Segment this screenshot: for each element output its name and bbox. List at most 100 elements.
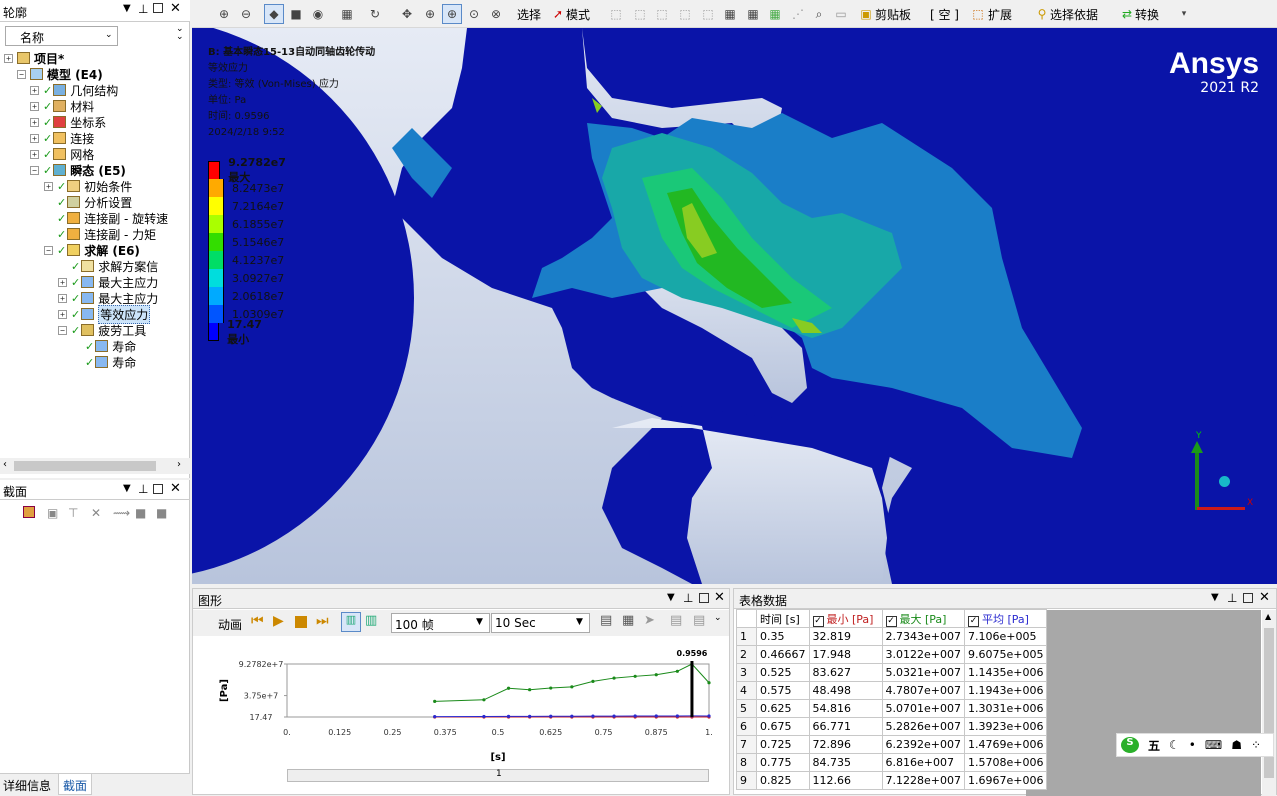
table-cell[interactable]: 1.6967e+006 (964, 772, 1046, 790)
expand-icon[interactable]: + (30, 86, 39, 95)
rotate-icon[interactable]: ↻ (365, 4, 385, 24)
scroll-thumb[interactable] (14, 461, 156, 471)
duration-select[interactable]: 10 Sec ▼ (491, 613, 590, 633)
table-cell[interactable]: 8 (737, 754, 757, 772)
annotation-icon[interactable]: ▭ (831, 4, 851, 24)
box-view-icon[interactable]: ■ (286, 4, 306, 24)
result-frames-icon[interactable]: ▥ (365, 613, 377, 628)
table-row[interactable]: 40.57548.4984.7807e+0071.1943e+006 (737, 682, 1047, 700)
min-header[interactable]: ✓最小 [Pa] (809, 610, 882, 628)
legend-entry[interactable]: 5.1546e7 (208, 233, 284, 251)
outline-filter-dropdown[interactable]: 名称 ⌄ (5, 26, 118, 46)
table-cell[interactable]: 2.7343e+007 (882, 628, 964, 646)
maximize-icon[interactable] (1243, 593, 1253, 603)
maximize-icon[interactable] (699, 593, 709, 603)
table-cell[interactable]: 0.525 (757, 664, 810, 682)
toolbar-overflow-icon[interactable]: ▾ (1174, 4, 1194, 24)
fit-zoom-icon[interactable]: ⊙ (464, 4, 484, 24)
tree-item[interactable]: +✓连接 (30, 130, 94, 146)
table-cell[interactable]: 1.5708e+006 (964, 754, 1046, 772)
keyboard-icon[interactable]: ⌨ (1205, 738, 1222, 752)
collapse-icon[interactable]: − (58, 326, 67, 335)
stop-icon[interactable] (295, 616, 307, 628)
table-cell[interactable]: 17.948 (809, 646, 882, 664)
previous-frame-icon[interactable]: ⏮ (251, 613, 264, 629)
label-icon[interactable]: ⌕ (809, 4, 829, 24)
path-icon[interactable]: ⋰ (788, 4, 808, 24)
tree-item[interactable]: ✓求解方案信 (58, 258, 158, 274)
table-cell[interactable]: 32.819 (809, 628, 882, 646)
zoom-in-icon[interactable]: ⊕ (214, 4, 234, 24)
tree-item[interactable]: +✓初始条件 (44, 178, 132, 194)
collapse-icon[interactable]: − (17, 70, 26, 79)
collapse-arrows-icon[interactable]: ⌄⌄ (176, 25, 184, 41)
max-header[interactable]: ✓最大 [Pa] (882, 610, 964, 628)
legend-entry[interactable]: 6.1855e7 (208, 215, 284, 233)
time-header[interactable]: 时间 [s] (757, 610, 810, 628)
table-cell[interactable]: 9.6075e+005 (964, 646, 1046, 664)
maximize-icon[interactable] (153, 3, 163, 13)
table-cell[interactable]: 4 (737, 682, 757, 700)
clipboard-button[interactable]: 剪贴板 (875, 6, 911, 23)
magnifier-icon[interactable]: ⊗ (486, 4, 506, 24)
collapse-icon[interactable]: − (44, 246, 53, 255)
table-cell[interactable]: 1.3923e+006 (964, 718, 1046, 736)
extend-button[interactable]: 扩展 (988, 6, 1012, 23)
pin-icon[interactable]: ⊥ (138, 482, 148, 496)
table-cell[interactable]: 5.0701e+007 (882, 700, 964, 718)
table-cell[interactable]: 0.35 (757, 628, 810, 646)
table-row[interactable]: 80.77584.7356.816e+0071.5708e+006 (737, 754, 1047, 772)
tree-item[interactable]: ✓寿命 (72, 354, 136, 370)
table-cell[interactable]: 9 (737, 772, 757, 790)
table-cell[interactable]: 0.625 (757, 700, 810, 718)
select-by-button[interactable]: 选择依据 (1050, 6, 1098, 23)
results-table[interactable]: 时间 [s] ✓最小 [Pa] ✓最大 [Pa] ✓平均 [Pa] 10.353… (736, 609, 1047, 790)
pan-icon[interactable]: ✥ (397, 4, 417, 24)
table-options-icon[interactable]: ▤ (693, 613, 705, 628)
avg-checkbox-icon[interactable]: ✓ (968, 616, 979, 627)
tab-section[interactable]: 截面 (58, 774, 92, 795)
time-history-chart[interactable]: 0.0.1250.250.3750.50.6250.750.8751.9.278… (193, 637, 729, 762)
table-cell[interactable]: 1.1435e+006 (964, 664, 1046, 682)
table-cell[interactable]: 5.2826e+007 (882, 718, 964, 736)
graphics-viewport[interactable]: B: 基本瞬态15-13自动同轴齿轮传动 等效应力 类型: 等效 (Von-Mi… (192, 28, 1277, 584)
tree-item[interactable]: +✓等效应力 (58, 306, 150, 322)
table-cell[interactable]: 1.4769e+006 (964, 736, 1046, 754)
select-node-icon[interactable]: ⬚ (698, 4, 718, 24)
chart-options-icon[interactable]: ▤ (670, 613, 682, 628)
legend-entry[interactable]: 2.0618e7 (208, 287, 284, 305)
convert-icon[interactable]: ⇄ (1117, 4, 1137, 24)
tree-item[interactable]: +✓网格 (30, 146, 94, 162)
box-zoom-icon[interactable]: ⊕ (442, 4, 462, 24)
tree-item[interactable]: ✓分析设置 (44, 194, 132, 210)
expand-icon[interactable]: + (58, 294, 67, 303)
iso-view-icon[interactable]: ◆ (264, 4, 284, 24)
edit-section-icon[interactable]: ▣ (47, 506, 58, 520)
table-cell[interactable]: 48.498 (809, 682, 882, 700)
select-body-icon[interactable]: ⬚ (675, 4, 695, 24)
delete-section-icon[interactable]: ✕ (91, 506, 101, 520)
axis-triad[interactable]: Y X (1187, 428, 1257, 518)
table-row[interactable]: 60.67566.7715.2826e+0071.3923e+006 (737, 718, 1047, 736)
table-cell[interactable]: 0.675 (757, 718, 810, 736)
extend-icon[interactable]: ⬚ (968, 4, 988, 24)
table-cell[interactable]: 4.7807e+007 (882, 682, 964, 700)
tree-item[interactable]: +项目* (4, 50, 64, 66)
table-cell[interactable]: 3 (737, 664, 757, 682)
expand-icon[interactable]: + (30, 118, 39, 127)
table-cell[interactable]: 0.725 (757, 736, 810, 754)
ime-toolbar[interactable]: S 五 ☾ • ⌨ ☗ ⁘ (1116, 733, 1274, 757)
table-cell[interactable]: 3.0122e+007 (882, 646, 964, 664)
next-frame-icon[interactable]: ⏭ (316, 613, 329, 629)
table-cell[interactable]: 0.825 (757, 772, 810, 790)
grid-menu-icon[interactable]: ⁘ (1251, 738, 1261, 752)
table-cell[interactable]: 0.775 (757, 754, 810, 772)
table-cell[interactable]: 5.0321e+007 (882, 664, 964, 682)
table-cell[interactable]: 83.627 (809, 664, 882, 682)
table-cell[interactable]: 72.896 (809, 736, 882, 754)
table-cell[interactable]: 6.2392e+007 (882, 736, 964, 754)
table-cell[interactable]: 0.46667 (757, 646, 810, 664)
min-checkbox-icon[interactable]: ✓ (813, 616, 824, 627)
table-cell[interactable]: 1.3031e+006 (964, 700, 1046, 718)
select-by-icon[interactable]: ⚲ (1032, 4, 1052, 24)
